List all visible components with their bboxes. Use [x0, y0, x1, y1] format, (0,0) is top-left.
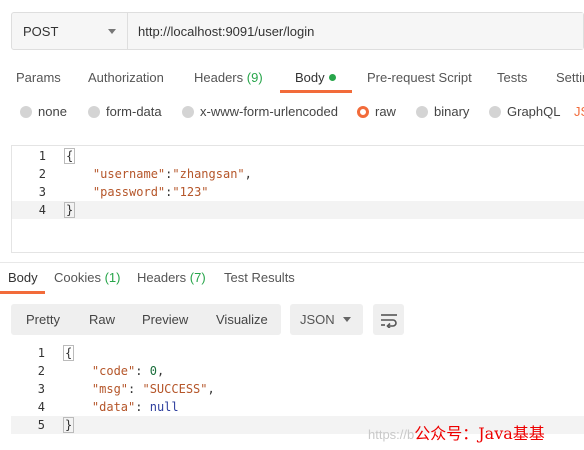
radio-graphql[interactable]: GraphQL	[489, 104, 560, 119]
tab-headers[interactable]: Headers (9)	[194, 70, 263, 85]
code-line: 4 "data": null	[37, 400, 179, 414]
watermark: https://b公众号：Java基基	[368, 424, 545, 443]
tab-tests[interactable]: Tests	[497, 70, 527, 85]
view-mode-group: Pretty Raw Preview Visualize	[11, 304, 281, 335]
request-body-editor[interactable]: 1 { 2 "username":"zhangsan", 3 "password…	[11, 145, 584, 253]
body-type-options: none form-data x-www-form-urlencoded raw…	[0, 104, 584, 126]
tab-settings[interactable]: Settings	[556, 70, 584, 85]
radio-raw[interactable]: raw	[357, 104, 396, 119]
radio-circle-icon	[182, 105, 194, 118]
caret-down-icon	[108, 28, 116, 34]
body-indicator-dot	[328, 74, 336, 81]
response-tab-cookies[interactable]: Cookies (1)	[54, 270, 120, 285]
radio-circle-icon	[416, 105, 428, 118]
radio-form-data[interactable]: form-data	[88, 104, 162, 119]
code-line: 2 "code": 0,	[37, 364, 165, 378]
url-input[interactable]: http://localhost:9091/user/login	[128, 13, 583, 49]
view-raw-button[interactable]: Raw	[89, 312, 115, 327]
tab-pre-request-script[interactable]: Pre-request Script	[367, 70, 472, 85]
response-tab-body[interactable]: Body	[8, 270, 38, 285]
caret-down-icon	[343, 317, 351, 322]
code-line: 3 "password":"123"	[38, 185, 209, 199]
tab-body[interactable]: Body	[295, 70, 336, 85]
radio-binary[interactable]: binary	[416, 104, 469, 119]
response-format-label: JSON	[300, 312, 335, 327]
code-line: 1 {	[38, 148, 76, 164]
wrap-lines-icon	[380, 313, 397, 328]
view-visualize-button[interactable]: Visualize	[216, 312, 268, 327]
response-tab-headers[interactable]: Headers (7)	[137, 270, 206, 285]
radio-x-www-form-urlencoded[interactable]: x-www-form-urlencoded	[182, 104, 338, 119]
radio-none[interactable]: none	[20, 104, 67, 119]
headers-count: (9)	[246, 70, 263, 85]
cookies-count: (1)	[104, 270, 121, 285]
code-line: 2 "username":"zhangsan",	[38, 167, 252, 181]
code-line: 3 "msg": "SUCCESS",	[37, 382, 215, 396]
code-line: 4 }	[12, 201, 584, 219]
response-format-select[interactable]: JSON	[290, 304, 363, 335]
request-bar: POST http://localhost:9091/user/login	[11, 12, 584, 50]
raw-format-select[interactable]: JSON	[574, 104, 584, 119]
active-tab-underline	[280, 90, 352, 93]
method-select[interactable]: POST	[12, 13, 128, 49]
radio-circle-icon	[489, 105, 501, 118]
view-pretty-button[interactable]: Pretty	[26, 312, 60, 327]
response-tab-test-results[interactable]: Test Results	[224, 270, 295, 285]
radio-circle-icon	[88, 105, 100, 118]
tab-params[interactable]: Params	[16, 70, 61, 85]
radio-circle-icon	[20, 105, 32, 118]
radio-selected-icon	[357, 105, 369, 118]
response-headers-count: (7)	[189, 270, 206, 285]
tab-authorization[interactable]: Authorization	[88, 70, 164, 85]
method-label: POST	[23, 23, 59, 39]
pane-divider[interactable]	[0, 262, 584, 263]
view-preview-button[interactable]: Preview	[142, 312, 188, 327]
wrap-lines-button[interactable]	[373, 304, 404, 335]
response-active-underline	[0, 291, 45, 294]
code-line: 1 {	[37, 345, 75, 361]
